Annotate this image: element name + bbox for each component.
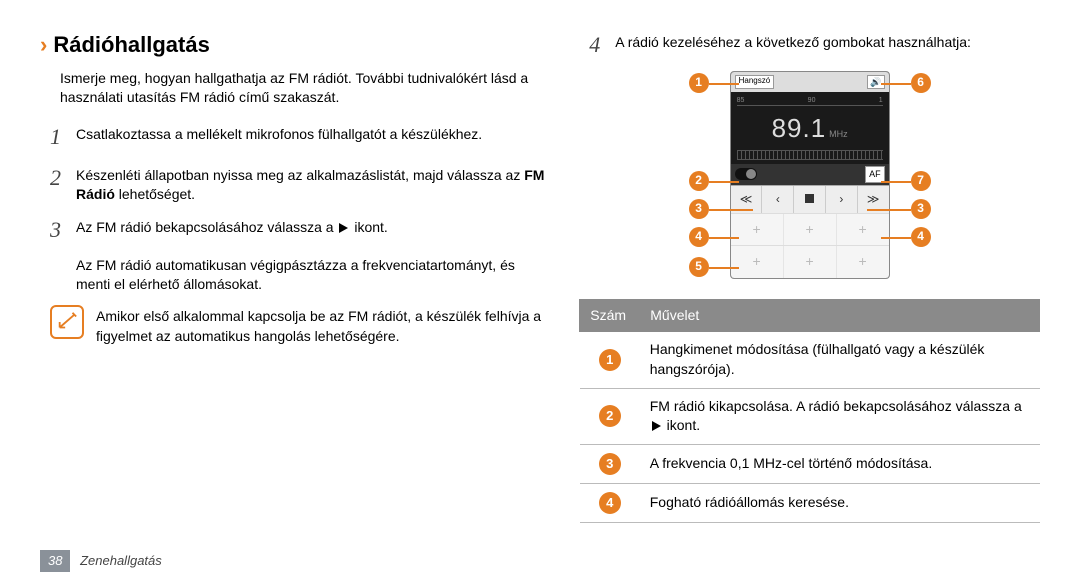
table-head-num: Szám <box>580 299 640 332</box>
radio-ruler <box>737 150 883 160</box>
radio-display: 85 90 1 89.1MHz <box>731 92 889 164</box>
row-badge: 2 <box>599 405 621 427</box>
row-text: FM rádió kikapcsolása. A rádió bekapcsol… <box>640 388 1040 444</box>
step-number: 3 <box>50 215 76 246</box>
row-text: A frekvencia 0,1 MHz-cel történő módosít… <box>640 444 1040 483</box>
step-3-sub: Az FM rádió automatikusan végigpásztázza… <box>76 256 549 295</box>
row-badge: 4 <box>599 492 621 514</box>
chevron-icon: › <box>40 30 47 61</box>
preset-slot[interactable]: + <box>837 246 889 278</box>
step-back-button[interactable]: ‹ <box>762 186 794 213</box>
preset-slot[interactable]: + <box>837 214 889 246</box>
radio-top-bar: Hangszó 🔊 <box>731 72 889 92</box>
step-2: 2 Készenléti állapotban nyissa meg az al… <box>50 163 549 205</box>
step-1: 1 Csatlakoztassa a mellékelt mikrofonos … <box>50 122 549 153</box>
output-button[interactable]: Hangszó <box>735 75 775 89</box>
callout-5: 5 <box>689 257 709 277</box>
note-icon <box>50 305 84 339</box>
callout-3: 3 <box>689 199 709 219</box>
radio-mid-bar: AF <box>731 164 889 185</box>
table-head-op: Művelet <box>640 299 1040 332</box>
callout-3-right: 3 <box>911 199 931 219</box>
step-text: Az FM rádió bekapcsolásához válassza a i… <box>76 215 388 246</box>
section-heading: Rádióhallgatás <box>53 30 209 61</box>
power-toggle[interactable] <box>735 168 757 180</box>
step-4: 4 A rádió kezeléséhez a következő gombok… <box>589 30 1040 61</box>
note-box: Amikor első alkalommal kapcsolja be az F… <box>50 305 549 346</box>
step-forward-button[interactable]: › <box>826 186 858 213</box>
page-number: 38 <box>40 550 70 572</box>
section-title: › Rádióhallgatás <box>40 30 549 61</box>
preset-slot[interactable]: + <box>731 214 784 246</box>
row-badge: 3 <box>599 453 621 475</box>
stop-icon <box>805 194 814 203</box>
table-row: 3 A frekvencia 0,1 MHz-cel történő módos… <box>580 444 1040 483</box>
note-text: Amikor első alkalommal kapcsolja be az F… <box>96 305 549 346</box>
table-row: 2 FM rádió kikapcsolása. A rádió bekapcs… <box>580 388 1040 444</box>
row-text: Hangkimenet módosítása (fülhallgató vagy… <box>640 332 1040 388</box>
radio-controls: ≪ ‹ › ≫ <box>731 185 889 213</box>
callout-2: 2 <box>689 171 709 191</box>
step-number: 1 <box>50 122 76 153</box>
play-icon <box>339 223 348 233</box>
step-text: A rádió kezeléséhez a következő gombokat… <box>615 30 971 61</box>
intro-text: Ismerje meg, hogyan hallgathatja az FM r… <box>60 69 549 108</box>
callout-4: 4 <box>689 227 709 247</box>
callout-4-right: 4 <box>911 227 931 247</box>
row-badge: 1 <box>599 349 621 371</box>
preset-slot[interactable]: + <box>784 246 837 278</box>
preset-slot[interactable]: + <box>731 246 784 278</box>
radio-presets: + + + + + + <box>731 213 889 278</box>
callout-1: 1 <box>689 73 709 93</box>
callout-7: 7 <box>911 171 931 191</box>
speaker-icon[interactable]: 🔊 <box>867 75 885 89</box>
step-3: 3 Az FM rádió bekapcsolásához válassza a… <box>50 215 549 246</box>
operations-table: Szám Művelet 1 Hangkimenet módosítása (f… <box>579 299 1040 523</box>
step-text: Készenléti állapotban nyissa meg az alka… <box>76 163 549 205</box>
stop-button[interactable] <box>794 186 826 213</box>
radio-scale: 85 90 1 <box>737 96 883 106</box>
table-row: 4 Fogható rádióállomás keresése. <box>580 483 1040 522</box>
step-number: 2 <box>50 163 76 205</box>
radio-device: Hangszó 🔊 85 90 1 89.1MHz AF <box>730 71 890 279</box>
preset-slot[interactable]: + <box>784 214 837 246</box>
table-row: 1 Hangkimenet módosítása (fülhallgató va… <box>580 332 1040 388</box>
play-icon <box>652 421 661 431</box>
row-text: Fogható rádióállomás keresése. <box>640 483 1040 522</box>
radio-frequency: 89.1MHz <box>737 106 883 150</box>
footer-section: Zenehallgatás <box>80 553 162 568</box>
step-text: Csatlakoztassa a mellékelt mikrofonos fü… <box>76 122 482 153</box>
page-footer: 38 Zenehallgatás <box>40 550 162 572</box>
radio-figure: 1 2 3 4 5 6 7 3 4 Hangszó 🔊 <box>695 71 925 279</box>
callout-6: 6 <box>911 73 931 93</box>
step-number: 4 <box>589 30 615 61</box>
